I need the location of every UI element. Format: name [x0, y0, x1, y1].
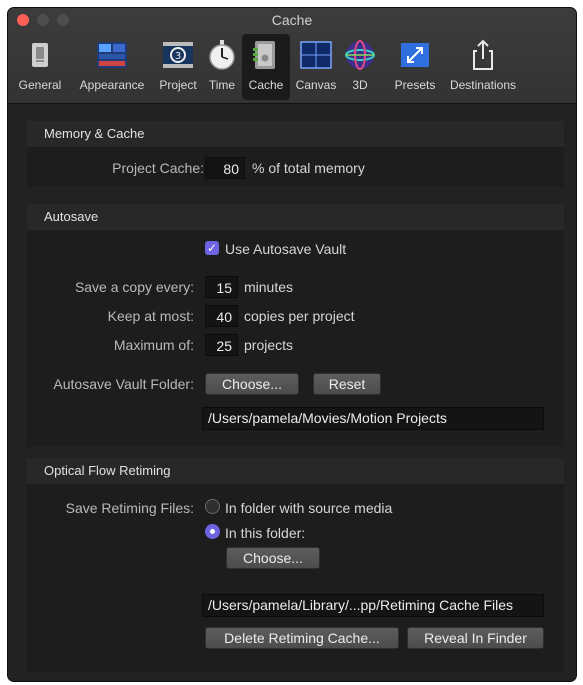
keep-at-most-field[interactable]: 40	[205, 305, 238, 327]
tab-destinations[interactable]: Destinations	[444, 34, 522, 100]
preferences-window: Cache General Appearance 3 Project Time …	[8, 8, 576, 681]
save-retiming-files-label: Save Retiming Files:	[65, 500, 194, 516]
project-icon: 3	[161, 38, 195, 72]
tab-general[interactable]: General	[12, 34, 68, 100]
tab-appearance[interactable]: Appearance	[70, 34, 154, 100]
autosave-reset-button[interactable]: Reset	[313, 373, 381, 395]
use-autosave-vault-checkbox[interactable]: ✓	[205, 241, 219, 255]
retiming-choose-button[interactable]: Choose...	[226, 547, 320, 569]
autosave-vault-folder-label: Autosave Vault Folder:	[53, 376, 194, 392]
autosave-header: Autosave	[27, 204, 564, 230]
save-copy-field[interactable]: 15	[205, 276, 238, 298]
share-icon	[466, 38, 500, 72]
titlebar: Cache General Appearance 3 Project Time …	[8, 8, 576, 104]
radio-source-media[interactable]	[205, 499, 220, 514]
maximum-of-field[interactable]: 25	[205, 334, 238, 356]
radio-this-folder-label: In this folder:	[225, 525, 306, 541]
tab-cache[interactable]: Cache	[242, 34, 290, 100]
tab-canvas[interactable]: Canvas	[292, 34, 340, 100]
retiming-folder-path: /Users/pamela/Library/...pp/Retiming Cac…	[202, 594, 544, 617]
delete-retiming-cache-button[interactable]: Delete Retiming Cache...	[205, 627, 399, 649]
keep-at-most-label: Keep at most:	[107, 308, 194, 324]
svg-text:3: 3	[175, 51, 181, 62]
project-cache-label: Project Cache:	[112, 160, 204, 176]
maximum-of-label: Maximum of:	[113, 337, 194, 353]
reveal-in-finder-button[interactable]: Reveal In Finder	[407, 627, 544, 649]
appearance-icon	[95, 38, 129, 72]
window-title: Cache	[271, 12, 313, 28]
radio-source-media-label: In folder with source media	[225, 500, 393, 516]
tab-project[interactable]: 3 Project	[154, 34, 202, 100]
tab-time[interactable]: Time	[204, 34, 240, 100]
optical-flow-retiming-header: Optical Flow Retiming	[27, 458, 564, 484]
3d-sphere-icon	[343, 38, 377, 72]
cache-icon	[249, 38, 283, 72]
autosave-section: ✓ Use Autosave Vault Save a copy every: …	[27, 230, 564, 447]
preferences-content: Memory & Cache Project Cache: 80 % of to…	[8, 104, 576, 681]
optical-flow-retiming-section: Save Retiming Files: In folder with sour…	[27, 484, 564, 672]
radio-this-folder[interactable]	[205, 524, 220, 539]
save-copy-unit: minutes	[244, 279, 294, 295]
maximum-of-unit: projects	[244, 337, 294, 353]
presets-icon	[398, 38, 432, 72]
autosave-choose-button[interactable]: Choose...	[205, 373, 299, 395]
save-copy-label: Save a copy every:	[74, 279, 194, 295]
use-autosave-vault-label: Use Autosave Vault	[225, 241, 347, 257]
project-cache-unit: % of total memory	[252, 160, 365, 176]
stopwatch-icon	[205, 38, 239, 72]
memory-cache-header: Memory & Cache	[27, 121, 564, 147]
keep-at-most-unit: copies per project	[244, 308, 355, 324]
memory-cache-section: Project Cache: 80 % of total memory	[27, 147, 564, 187]
canvas-icon	[299, 38, 333, 72]
tab-3d[interactable]: 3D	[342, 34, 378, 100]
general-icon	[23, 38, 57, 72]
project-cache-field[interactable]: 80	[205, 157, 245, 179]
tab-presets[interactable]: Presets	[390, 34, 440, 100]
autosave-folder-path: /Users/pamela/Movies/Motion Projects	[202, 407, 544, 430]
